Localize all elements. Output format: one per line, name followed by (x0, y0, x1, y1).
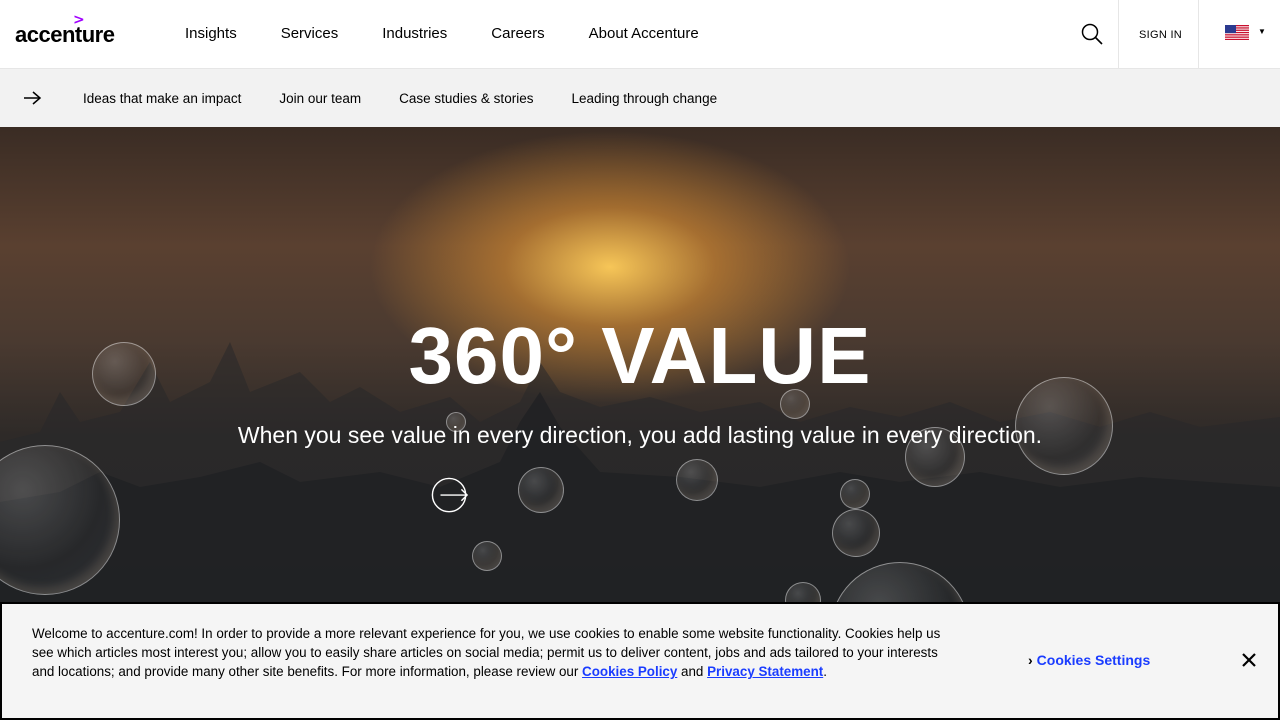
us-flag-icon[interactable] (1225, 25, 1249, 40)
bubble (472, 541, 502, 571)
site-header: > accenture Insights Services Industries… (0, 0, 1280, 69)
header-divider (1118, 0, 1119, 69)
nav-item-services[interactable]: Services (281, 25, 339, 42)
cookies-settings-button[interactable]: › Cookies Settings (1028, 652, 1150, 668)
accenture-logo[interactable]: > accenture (15, 12, 125, 47)
hero-banner: 360° VALUE When you see value in every d… (0, 127, 1280, 602)
nav-item-about[interactable]: About Accenture (589, 25, 699, 42)
close-icon[interactable] (1241, 652, 1257, 668)
sign-in-link[interactable]: SIGN IN (1139, 29, 1182, 41)
circle-arrow-right-icon[interactable] (431, 477, 469, 515)
cookies-settings-label: Cookies Settings (1036, 652, 1151, 668)
main-nav: Insights Services Industries Careers Abo… (185, 25, 743, 42)
chevron-right-icon: › (1028, 652, 1033, 668)
bubble (840, 479, 870, 509)
subnav-item-case-studies[interactable]: Case studies & stories (399, 91, 533, 106)
cookie-banner: Welcome to accenture.com! In order to pr… (0, 602, 1280, 720)
nav-item-careers[interactable]: Careers (491, 25, 544, 42)
header-divider (1198, 0, 1199, 69)
cookie-message: Welcome to accenture.com! In order to pr… (32, 624, 957, 681)
bubble (676, 459, 718, 501)
chevron-down-icon[interactable]: ▼ (1258, 27, 1266, 36)
sub-nav: Ideas that make an impact Join our team … (0, 69, 1280, 127)
nav-item-insights[interactable]: Insights (185, 25, 237, 42)
logo-text: accenture (15, 22, 115, 47)
cookie-period: . (823, 664, 827, 679)
subnav-item-ideas[interactable]: Ideas that make an impact (83, 91, 241, 106)
bubble (518, 467, 564, 513)
nav-item-industries[interactable]: Industries (382, 25, 447, 42)
hero-subtitle: When you see value in every direction, y… (237, 422, 1043, 448)
cookies-policy-link[interactable]: Cookies Policy (582, 664, 677, 679)
bubble (832, 509, 880, 557)
subnav-item-join[interactable]: Join our team (279, 91, 361, 106)
cookie-and-text: and (677, 664, 708, 679)
hero-title: 360° VALUE (408, 311, 872, 400)
privacy-statement-link[interactable]: Privacy Statement (707, 664, 823, 679)
search-icon[interactable] (1081, 23, 1103, 45)
arrow-right-icon (24, 91, 42, 105)
subnav-item-leading[interactable]: Leading through change (571, 91, 717, 106)
